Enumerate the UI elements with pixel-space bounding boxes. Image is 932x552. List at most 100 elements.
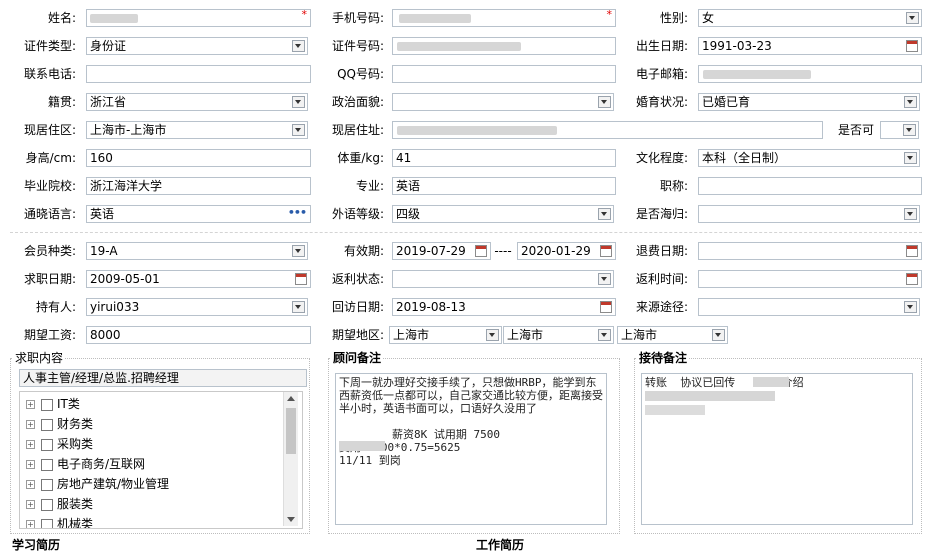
school-label: 毕业院校:	[23, 179, 76, 193]
rebate-time-label: 返利时间:	[635, 272, 688, 286]
tree-item[interactable]: + 电子商务/互联网	[26, 454, 145, 474]
title-input[interactable]	[698, 177, 922, 195]
refund-date-input[interactable]	[698, 242, 922, 260]
chevron-down-icon[interactable]	[903, 124, 916, 136]
chevron-down-icon[interactable]	[486, 329, 499, 341]
tree-item[interactable]: + 机械类	[26, 514, 93, 528]
expand-icon[interactable]: +	[26, 460, 35, 469]
member-type-select[interactable]: 19-A	[86, 242, 308, 260]
visit-date-input[interactable]: 2019-08-13	[392, 298, 616, 316]
calendar-icon[interactable]	[906, 40, 918, 52]
tree-item[interactable]: + IT类	[26, 394, 80, 414]
consultant-notes-panel: 顾问备注 下周一就办理好交接手续了，只想做HRBP，能学到东西薪资低一点都可以，…	[328, 351, 620, 534]
email-input[interactable]	[698, 65, 922, 83]
school-input[interactable]: 浙江海洋大学	[86, 177, 311, 195]
birthday-input[interactable]: 1991-03-23	[698, 37, 922, 55]
checkbox[interactable]	[41, 418, 53, 431]
chevron-down-icon[interactable]	[712, 329, 725, 341]
address-input[interactable]	[392, 121, 823, 139]
contact-label: 联系电话:	[23, 67, 76, 81]
phone-input[interactable]: *	[392, 9, 616, 27]
tree-item-label: 房地产建筑/物业管理	[57, 477, 170, 491]
redacted-text	[339, 441, 385, 451]
jobdate-input[interactable]: 2009-05-01	[86, 270, 311, 288]
tree-item[interactable]: + 房地产建筑/物业管理	[26, 474, 169, 494]
salary-input[interactable]: 8000	[86, 326, 311, 344]
area-province-select[interactable]: 上海市	[389, 326, 502, 344]
overseas-select[interactable]	[698, 205, 920, 223]
expand-icon[interactable]: +	[26, 500, 35, 509]
weight-input[interactable]: 41	[392, 149, 616, 167]
scroll-up-icon[interactable]	[287, 396, 295, 401]
marital-select[interactable]: 已婚已育	[698, 93, 920, 111]
validity-to-input[interactable]: 2020-01-29	[517, 242, 616, 260]
checkbox[interactable]	[41, 478, 53, 491]
qq-input[interactable]	[392, 65, 616, 83]
height-label: 身高/cm:	[25, 151, 76, 165]
name-label: 姓名:	[47, 11, 76, 25]
checkbox[interactable]	[41, 438, 53, 451]
height-input[interactable]: 160	[86, 149, 311, 167]
visit-value: 2019-08-13	[396, 300, 466, 314]
language-input[interactable]: 英语 •••	[86, 205, 311, 223]
major-input[interactable]: 英语	[392, 177, 616, 195]
scrollbar-thumb[interactable]	[286, 408, 296, 454]
checkbox[interactable]	[41, 458, 53, 471]
chevron-down-icon[interactable]	[904, 152, 917, 164]
politics-select[interactable]	[392, 93, 614, 111]
area-district-select[interactable]: 上海市	[617, 326, 728, 344]
chevron-down-icon[interactable]	[904, 208, 917, 220]
major-value: 英语	[396, 179, 421, 193]
expand-icon[interactable]: +	[26, 440, 35, 449]
gender-select[interactable]: 女	[698, 9, 922, 27]
tree-scrollbar[interactable]	[283, 392, 298, 526]
source-label: 来源途径:	[635, 300, 688, 314]
idtype-select[interactable]: 身份证	[86, 37, 308, 55]
name-input[interactable]: *	[86, 9, 311, 27]
validity-from-input[interactable]: 2019-07-29	[392, 242, 491, 260]
holder-select[interactable]: yirui033	[86, 298, 308, 316]
chevron-down-icon[interactable]	[904, 96, 917, 108]
redacted-text	[397, 42, 521, 51]
redacted-text	[753, 377, 789, 387]
checkbox[interactable]	[41, 498, 53, 511]
chevron-down-icon[interactable]	[598, 329, 611, 341]
job-selected-field[interactable]: 人事主管/经理/总监.招聘经理	[19, 369, 307, 387]
checkbox[interactable]	[41, 518, 53, 528]
rebate-status-select[interactable]	[392, 270, 614, 288]
tree-item[interactable]: + 服装类	[26, 494, 93, 514]
shifou-select[interactable]	[880, 121, 919, 139]
contact-input[interactable]	[86, 65, 311, 83]
idno-input[interactable]	[392, 37, 616, 55]
birthday-label: 出生日期:	[635, 39, 688, 53]
redacted-text	[399, 14, 471, 23]
expand-icon[interactable]: +	[26, 420, 35, 429]
idtype-label: 证件类型:	[23, 39, 76, 53]
source-select[interactable]	[698, 298, 920, 316]
area-city-select[interactable]: 上海市	[503, 326, 614, 344]
rebate-time-input[interactable]	[698, 270, 922, 288]
validity-label: 有效期:	[343, 244, 384, 258]
jobdate-value: 2009-05-01	[90, 272, 160, 286]
calendar-icon[interactable]	[475, 245, 487, 257]
chevron-down-icon[interactable]	[904, 301, 917, 313]
expand-icon[interactable]: +	[26, 400, 35, 409]
job-content-panel: 求职内容 人事主管/经理/总监.招聘经理 + IT类 + 财务类 + 采购类 + 电子商…	[10, 351, 310, 534]
calendar-icon[interactable]	[906, 245, 918, 257]
tree-item[interactable]: + 财务类	[26, 414, 93, 434]
language-label: 通晓语言:	[23, 207, 76, 221]
scroll-down-icon[interactable]	[287, 517, 295, 522]
residence-select[interactable]: 上海市-上海市	[86, 121, 308, 139]
expand-icon[interactable]: +	[26, 480, 35, 489]
calendar-icon[interactable]	[906, 273, 918, 285]
level-select[interactable]: 四级	[392, 205, 614, 223]
refund-label: 退费日期:	[635, 244, 688, 258]
education-select[interactable]: 本科（全日制）	[698, 149, 920, 167]
tree-item[interactable]: + 采购类	[26, 434, 93, 454]
native-select[interactable]: 浙江省	[86, 93, 308, 111]
school-value: 浙江海洋大学	[90, 179, 163, 193]
chevron-down-icon[interactable]	[906, 12, 919, 24]
expand-icon[interactable]: +	[26, 520, 35, 528]
checkbox[interactable]	[41, 398, 53, 411]
education-value: 本科（全日制）	[702, 151, 787, 165]
